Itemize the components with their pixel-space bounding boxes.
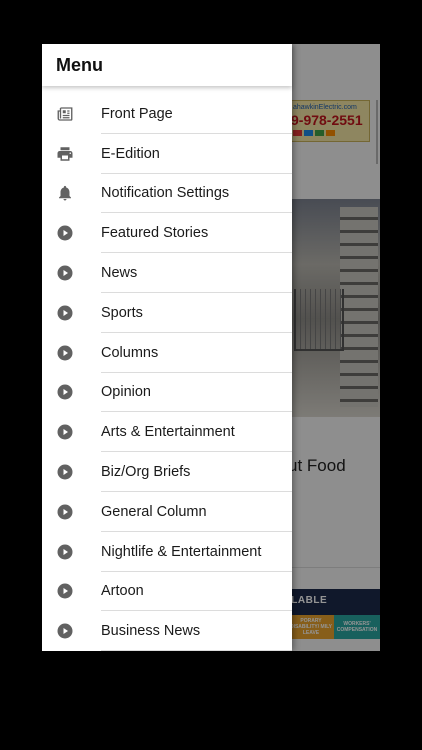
- play-circle-icon: [56, 224, 74, 242]
- menu-divider: [101, 650, 292, 651]
- menu-item-featured-stories[interactable]: Featured Stories: [42, 213, 292, 254]
- play-circle-icon: [56, 582, 74, 600]
- menu-item-sports[interactable]: Sports: [42, 293, 292, 333]
- bell-icon: [56, 184, 74, 202]
- menu-item-label: Columns: [101, 344, 159, 361]
- play-circle-icon: [56, 304, 74, 322]
- menu-item-label: Front Page: [101, 105, 173, 122]
- menu-item-artoon[interactable]: Artoon: [42, 572, 292, 612]
- app-screen: ahawkinElectric.com 9-978-2551 ut Food I…: [42, 44, 380, 651]
- drawer-header: Menu: [42, 44, 292, 86]
- menu-item-notification-settings[interactable]: Notification Settings: [42, 174, 292, 214]
- menu-item-e-edition[interactable]: E-Edition: [42, 134, 292, 174]
- menu-item-label: E-Edition: [101, 145, 160, 162]
- play-circle-icon: [56, 383, 74, 401]
- play-circle-icon: [56, 463, 74, 481]
- menu-item-biz-org-briefs[interactable]: Biz/Org Briefs: [42, 452, 292, 492]
- play-circle-icon: [56, 423, 74, 441]
- menu-item-arts-and-entertainment[interactable]: Arts & Entertainment: [42, 412, 292, 453]
- menu-item-label: Sports: [101, 304, 143, 321]
- play-circle-icon: [56, 264, 74, 282]
- menu-item-label: Opinion: [101, 384, 151, 401]
- printer-icon: [56, 145, 74, 163]
- menu-item-label: Notification Settings: [101, 185, 230, 202]
- newspaper-icon: [56, 105, 74, 123]
- menu-item-label: Biz/Org Briefs: [101, 464, 191, 481]
- menu-item-label: Featured Stories: [101, 225, 209, 242]
- menu-item-business-news[interactable]: Business News: [42, 611, 292, 651]
- device-frame: ahawkinElectric.com 9-978-2551 ut Food I…: [0, 0, 422, 750]
- menu-item-label: Nightlife & Entertainment: [101, 543, 262, 560]
- drawer-title: Menu: [56, 54, 103, 75]
- play-circle-icon: [56, 622, 74, 640]
- play-circle-icon: [56, 503, 74, 521]
- menu-item-front-page[interactable]: Front Page: [42, 94, 292, 134]
- menu-item-label: Artoon: [101, 583, 144, 600]
- menu-item-label: News: [101, 265, 138, 282]
- play-circle-icon: [56, 543, 74, 561]
- menu-item-columns[interactable]: Columns: [42, 333, 292, 373]
- menu-item-news[interactable]: News: [42, 253, 292, 293]
- menu-item-nightlife-and-entertainment[interactable]: Nightlife & Entertainment: [42, 532, 292, 572]
- menu-item-label: Business News: [101, 623, 201, 640]
- menu-item-label: General Column: [101, 503, 207, 520]
- menu-item-label: Arts & Entertainment: [101, 424, 235, 441]
- menu-item-general-column[interactable]: General Column: [42, 492, 292, 532]
- menu-item-opinion[interactable]: Opinion: [42, 373, 292, 413]
- play-circle-icon: [56, 344, 74, 362]
- menu-list: Front Page E-Edition Notification Settin…: [42, 86, 292, 651]
- navigation-drawer: Menu Front Page E-Edition Notification S…: [42, 44, 292, 651]
